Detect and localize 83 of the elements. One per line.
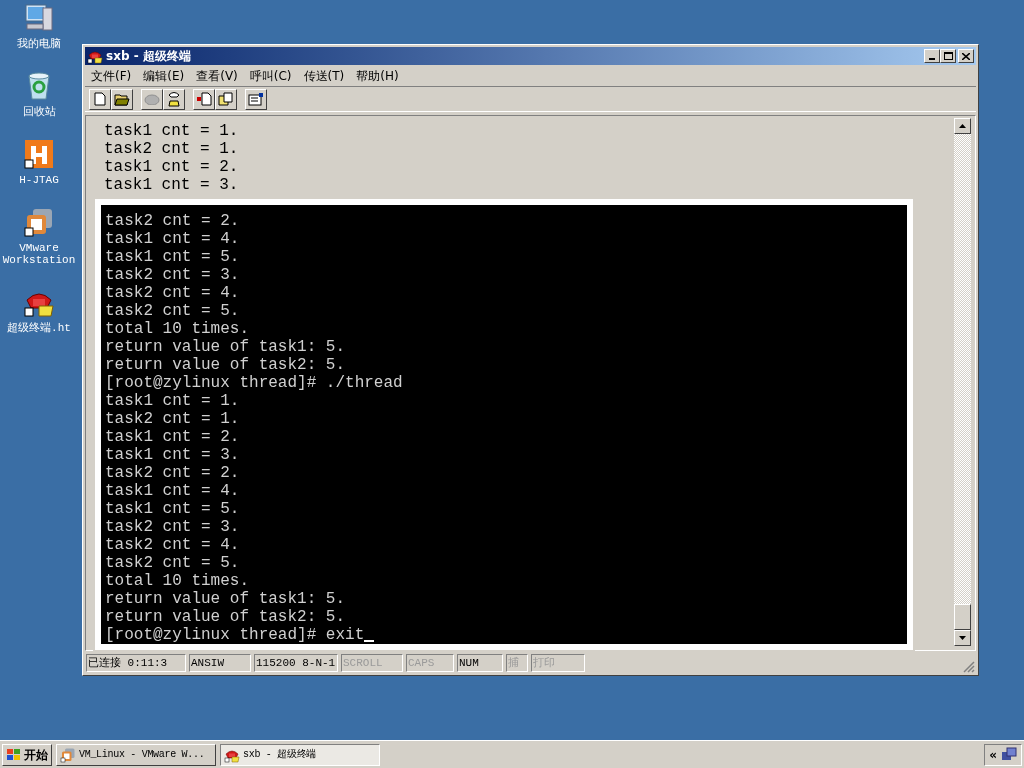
desktop-icon-label[interactable]: H-JTAG [1,174,77,186]
tray-expand-button[interactable]: « [989,748,997,761]
scroll-up-button[interactable] [954,118,971,134]
menu-item[interactable]: 传送(T) [299,70,349,82]
status-field: SCROLL [341,654,403,672]
scrollbar[interactable] [954,118,971,646]
terminal-line: task2 cnt = 1. [105,410,240,428]
terminal-line: return value of task1: 5. [105,590,346,608]
terminal-line: task1 cnt = 4. [105,482,240,500]
properties-button[interactable] [245,88,267,110]
minimize-icon [929,58,935,60]
resize-grip-icon[interactable] [963,661,975,673]
menu-item[interactable]: 编辑(E) [139,70,189,82]
start-button[interactable]: 开始 [2,743,52,766]
hang-up-button[interactable] [163,88,185,110]
taskbar-button[interactable]: sxb - 超级终端 [220,743,380,766]
menu-item[interactable]: 查看(V) [192,70,242,82]
terminal-line: return value of task2: 5. [105,356,346,374]
down-arrow-icon [959,636,966,640]
status-field: 115200 8-N-1 [254,654,338,672]
h-logo-icon [23,138,55,170]
desktop-icon-label[interactable]: 我的电脑 [1,38,77,50]
terminal-line: task1 cnt = 1. [104,122,239,140]
scroll-thumb[interactable] [954,604,971,630]
up-arrow-icon [959,124,966,128]
terminal-line: task2 cnt = 4. [105,284,240,302]
taskbar-button[interactable]: VM_Linux - VMware W... [56,743,216,766]
folder-icon [114,92,130,106]
terminal-line: task2 cnt = 3. [105,518,240,536]
terminal-line: task1 cnt = 5. [105,500,240,518]
open-folder-button[interactable] [111,88,133,110]
menu-item[interactable]: 帮助(H) [352,70,403,82]
terminal-line: task1 cnt = 3. [104,176,239,194]
status-field: NUM [457,654,503,672]
terminal-line: task1 cnt = 1. [105,392,240,410]
close-button[interactable] [958,49,974,63]
page-icon [196,92,212,106]
status-field: CAPS [406,654,454,672]
terminal-line: total 10 times. [105,320,250,338]
terminal-line: task2 cnt = 2. [105,464,240,482]
phone-button[interactable] [141,88,163,110]
terminal-line: [root@zylinux thread]# exit [105,626,365,644]
desktop-icon-label[interactable]: VMware Workstation [1,242,77,266]
terminal-line: [root@zylinux thread]# ./thread [105,374,403,392]
maximize-button[interactable] [940,49,956,63]
send-file-button[interactable] [193,88,215,110]
terminal-line: task2 cnt = 2. [105,212,240,230]
windows-logo-icon [6,747,22,762]
terminal-line: return value of task1: 5. [105,338,346,356]
terminal-line: task2 cnt = 5. [105,302,240,320]
terminal-line: task2 cnt = 3. [105,266,240,284]
menu-item[interactable]: 文件(F) [87,70,136,82]
vmware-icon [23,206,55,238]
desktop-icon-label[interactable]: 回收站 [1,106,77,118]
folder-page-icon [218,92,234,106]
terminal-line: task1 cnt = 4. [105,230,240,248]
properties-icon [248,92,264,106]
terminal-line: return value of task2: 5. [105,608,346,626]
terminal-line: task2 cnt = 1. [104,140,239,158]
receive-file-button[interactable] [215,88,237,110]
terminal-line: task1 cnt = 3. [105,446,240,464]
status-field: ANSIW [189,654,251,672]
desktop-icon-label[interactable]: 超级终端.ht [1,322,77,334]
telephone-icon [167,91,181,107]
blank-page-icon [94,92,106,106]
scroll-down-button[interactable] [954,630,971,646]
status-field: 已连接 0:11:3 [86,654,186,672]
terminal-line: task2 cnt = 5. [105,554,240,572]
terminal-line: task2 cnt = 4. [105,536,240,554]
close-icon [962,52,970,60]
terminal-line: task1 cnt = 2. [105,428,240,446]
maximize-icon [943,52,953,60]
telephone-icon [87,48,103,64]
window-title: sxb - 超级终端 [106,50,191,62]
minimize-button[interactable] [924,49,940,63]
computer-icon [23,2,55,34]
menu-item[interactable]: 呼叫(C) [245,70,296,82]
network-icon[interactable] [1001,746,1017,763]
new-file-button[interactable] [89,88,111,110]
vmware-icon [60,746,76,763]
terminal-line: task1 cnt = 5. [105,248,240,266]
terminal-line: total 10 times. [105,572,250,590]
terminal-line: task1 cnt = 2. [104,158,239,176]
